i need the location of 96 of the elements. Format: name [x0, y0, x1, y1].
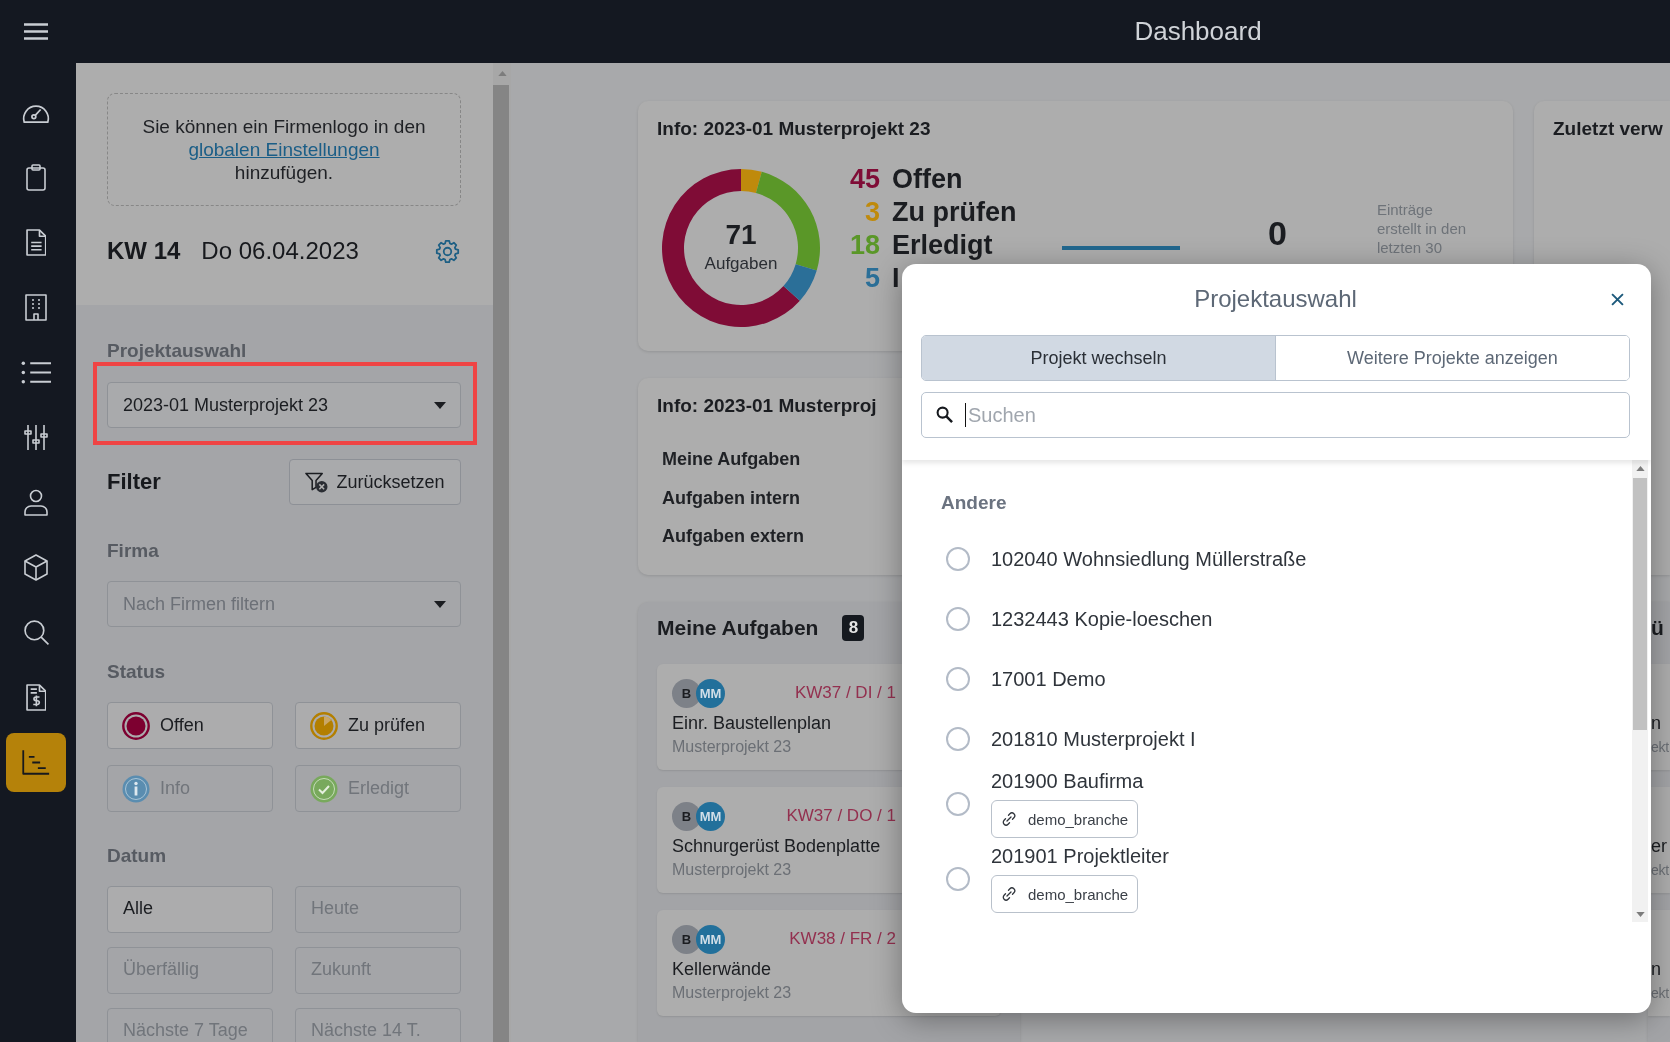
radio-button[interactable] — [946, 547, 970, 571]
radio-button[interactable] — [946, 791, 970, 816]
card-title: Zuletzt verw — [1553, 117, 1663, 141]
project-tag: demo_branche — [991, 875, 1139, 913]
avatar: MM — [696, 678, 725, 708]
due-date: KW37 / DO / 1 — [786, 806, 896, 826]
task-list-link[interactable]: Aufgaben extern — [662, 525, 805, 547]
legend-count: 45 — [849, 164, 880, 195]
legend-count: 18 — [849, 230, 880, 261]
task-project: Musterprojekt 23 — [672, 737, 792, 757]
date-filter-button[interactable]: Alle — [107, 886, 273, 933]
settings-icon[interactable] — [435, 238, 460, 264]
group-label: Andere — [941, 492, 1007, 514]
person-icon — [23, 489, 49, 516]
task-title: Kellerwände — [672, 958, 772, 980]
caret-down-icon — [434, 600, 446, 608]
scrollbar-thumb[interactable] — [1633, 478, 1647, 730]
tab[interactable]: Projekt wechseln — [922, 336, 1275, 380]
search-field[interactable]: Suchen — [921, 392, 1630, 438]
building-icon — [24, 294, 48, 321]
clipboard-icon — [26, 164, 46, 191]
menu-icon[interactable] — [24, 23, 48, 40]
legend-label: Erledigt — [892, 230, 993, 261]
section-label: Status — [107, 661, 166, 683]
due-date: KW37 / DI / 1 — [794, 683, 896, 703]
tab[interactable]: Weitere Projekte anzeigen — [1275, 336, 1629, 380]
date-label: Do 06.04.2023 — [201, 237, 359, 265]
task-project: Musterprojekt 23 — [672, 860, 792, 880]
section-label: Projektauswahl — [107, 340, 247, 362]
search-icon — [22, 619, 50, 646]
filter-title: Filter — [107, 469, 161, 495]
task-project: Musterprojekt 23 — [672, 983, 792, 1003]
filter-clear-icon — [305, 471, 329, 493]
project-name[interactable]: 1232443 Kopie-loeschen — [991, 607, 1213, 631]
link-icon — [1001, 886, 1017, 902]
invoice-icon — [25, 684, 47, 711]
task-list-link[interactable]: Aufgaben intern — [662, 486, 800, 509]
task-title: Schnurgerüst Bodenplatte — [672, 835, 881, 857]
task-title: er — [1651, 835, 1667, 857]
text-cursor — [965, 403, 966, 427]
status-filter-button[interactable]: Offen — [107, 702, 273, 749]
list-icon — [21, 359, 51, 386]
project-select[interactable]: 2023-01 Musterprojekt 23 — [107, 382, 461, 428]
card-title: Info: 2023-01 Musterprojekt 23 — [657, 117, 931, 141]
task-project: ekt — [1651, 861, 1669, 880]
count-badge: 8 — [842, 615, 865, 641]
legend-label: I — [892, 263, 900, 294]
search-icon — [936, 406, 953, 423]
week-label: KW 14 — [107, 237, 181, 265]
avatar: B — [672, 801, 701, 831]
radio-button[interactable] — [946, 727, 970, 751]
nav-item[interactable] — [6, 733, 66, 792]
page-title: Dashboard — [1134, 16, 1262, 46]
cube-icon — [23, 554, 49, 581]
entries-count: 0 — [1268, 215, 1287, 251]
timeline-chart-icon — [21, 749, 51, 776]
task-project: ekt — [1651, 984, 1669, 1003]
project-name[interactable]: 102040 Wohnsiedlung Müllerstraße — [991, 547, 1307, 571]
task-title: n — [1651, 712, 1661, 734]
card-title: Info: 2023-01 Musterproj — [657, 394, 877, 418]
radio-button[interactable] — [946, 607, 970, 631]
total-label: Aufgaben — [704, 253, 778, 275]
project-tag: demo_branche — [991, 800, 1139, 838]
caret-down-icon — [434, 401, 446, 409]
section-label: Datum — [107, 845, 167, 867]
avatar: B — [672, 678, 701, 708]
radio-button[interactable] — [946, 866, 970, 891]
avatar: MM — [696, 801, 725, 831]
task-title: n — [1651, 958, 1661, 980]
section-label: Firma — [107, 540, 159, 562]
legend-label: Zu prüfen — [892, 197, 1017, 228]
entries-note: Einträge erstellt in den letzten 30 — [1376, 200, 1468, 257]
card-title: Meine Aufgaben — [657, 616, 819, 640]
total-count: 71 — [725, 219, 757, 251]
scrollbar[interactable] — [1632, 460, 1648, 922]
task-title: Einr. Baustellenplan — [672, 712, 832, 734]
close-icon[interactable] — [1611, 292, 1624, 306]
dialog-title: Projektauswahl — [1194, 285, 1357, 313]
link-icon — [1001, 811, 1017, 827]
sliders-icon — [24, 424, 48, 451]
legend-label: Offen — [892, 164, 963, 195]
status-filter-button[interactable]: Zu prüfen — [295, 702, 461, 749]
task-list-link[interactable]: Meine Aufgaben — [662, 448, 801, 470]
reset-button[interactable]: Zurücksetzen — [289, 459, 461, 505]
avatar: B — [672, 924, 701, 954]
radio-button[interactable] — [946, 667, 970, 691]
card-title: ü — [1651, 616, 1664, 640]
legend-count: 5 — [864, 263, 880, 294]
arrow-down-icon[interactable] — [1635, 911, 1645, 917]
avatar: MM — [696, 924, 725, 954]
legend-count: 3 — [864, 197, 880, 228]
task-project: ekt — [1651, 738, 1669, 757]
due-date: KW38 / FR / 2 — [789, 929, 896, 949]
logo-hint-text: Sie können ein Firmenlogo in den globalen Einstellungen hinzufügen. — [142, 115, 426, 184]
arrow-up-icon[interactable] — [1635, 465, 1645, 471]
document-icon — [25, 229, 47, 256]
